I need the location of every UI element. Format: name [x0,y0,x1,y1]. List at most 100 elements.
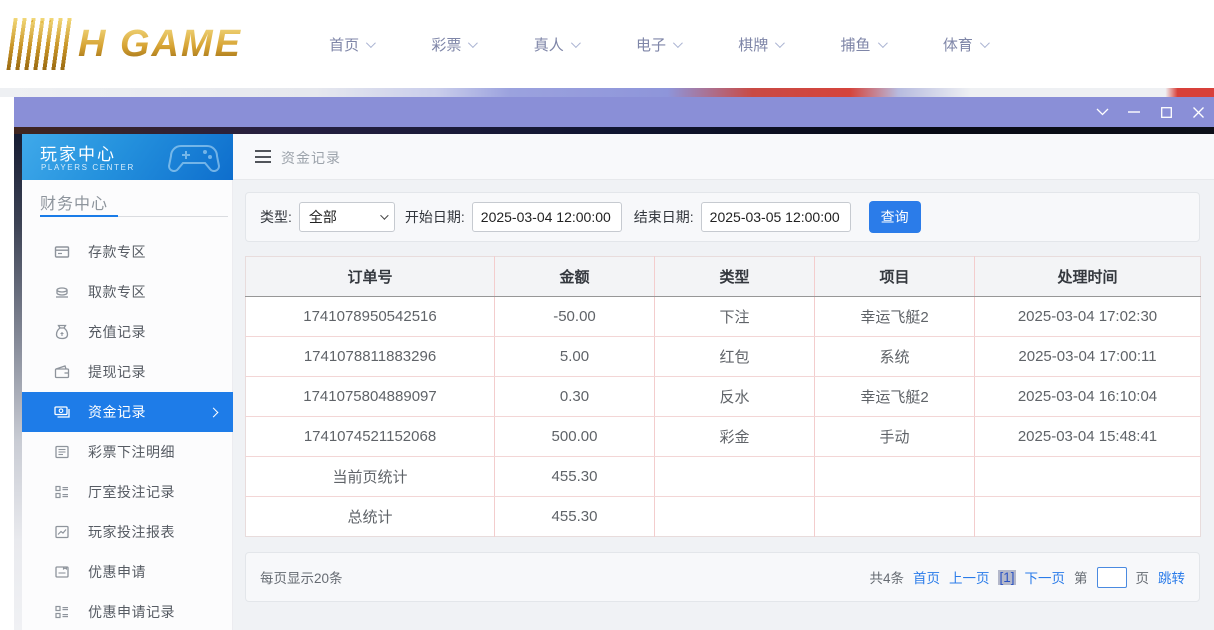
player-center-window: 玩家中心 PLAYERS CENTER 财务中心 [14,97,1214,630]
sidebar-item-deposit-zone[interactable]: 存款专区 [22,232,233,272]
sidebar-item-withdrawal-record[interactable]: 提现记录 [22,352,233,392]
maximize-icon[interactable] [1158,104,1174,120]
pagination-controls: 共4条 首页 上一页 [1] 下一页 第 页 跳转 [869,567,1185,588]
search-button[interactable]: 查询 [869,201,921,233]
sidebar-item-lottery-bet-detail[interactable]: 彩票下注明细 [22,432,233,472]
nav-item-lottery[interactable]: 彩票 [431,34,475,55]
deposit-icon [54,244,70,260]
total-count-text: 共4条 [869,567,904,587]
chevron-down-icon [366,38,376,48]
sidebar: 玩家中心 PLAYERS CENTER 财务中心 [22,134,233,630]
nav-item-home[interactable]: 首页 [329,34,373,55]
breadcrumb-bar: 资金记录 [233,134,1214,180]
logo[interactable]: H GAME [10,12,290,76]
sidebar-title: 玩家中心 [40,140,116,165]
col-order-id: 订单号 [246,257,495,297]
page: H GAME 首页 彩票 真人 电子 棋牌 捕鱼 体育 [0,0,1214,630]
nav-item-fishing[interactable]: 捕鱼 [841,34,885,55]
chevron-down-icon [878,38,888,48]
close-icon[interactable] [1190,104,1206,120]
banknotes-icon [54,404,70,420]
current-page-indicator: [1] [998,570,1015,585]
next-page-link[interactable]: 下一页 [1025,567,1066,587]
sidebar-section-title: 财务中心 [40,190,108,214]
page-size-text: 每页显示20条 [260,567,343,587]
sidebar-item-funds-record[interactable]: 资金记录 [22,392,233,432]
main-content: 资金记录 类型: 全部 开始日期: 结束日期: 查询 [233,134,1214,630]
wallet-icon [54,364,70,380]
money-bag-icon [54,324,70,340]
window-top-shadow [14,127,1214,134]
table-row-page-total: 当前页统计455.30 [246,457,1201,497]
nav-item-cards[interactable]: 棋牌 [738,34,782,55]
prev-page-link[interactable]: 上一页 [949,567,990,587]
coupon-icon [54,564,70,580]
sidebar-item-recharge-record[interactable]: 充值记录 [22,312,233,352]
table-header-row: 订单号 金额 类型 项目 处理时间 [246,257,1201,297]
window-titlebar[interactable] [14,97,1214,127]
minimize-icon[interactable] [1126,104,1142,120]
type-label: 类型: [260,207,292,227]
funds-record-table: 订单号 金额 类型 项目 处理时间 1741078950542516-50.00… [245,256,1201,537]
end-date-input[interactable] [701,202,851,232]
sidebar-item-hall-bet-record[interactable]: 厅室投注记录 [22,472,233,512]
page-jump-input[interactable] [1097,567,1127,588]
col-processed-time: 处理时间 [975,257,1201,297]
window-left-edge [14,134,22,630]
logo-dots-icon [27,22,29,24]
main-nav: 首页 彩票 真人 电子 棋牌 捕鱼 体育 [300,0,1016,88]
chevron-down-icon [380,211,388,219]
report-chart-icon [54,524,70,540]
sidebar-divider-accent [40,215,118,217]
sidebar-item-player-bet-report[interactable]: 玩家投注报表 [22,512,233,552]
chevron-down-icon [673,38,683,48]
col-type: 类型 [655,257,815,297]
table-row: 17410758048890970.30反水幸运飞艇22025-03-04 16… [246,377,1201,417]
start-date-label: 开始日期: [405,207,465,227]
page-title: 资金记录 [281,148,341,168]
sidebar-item-promo-apply[interactable]: 优惠申请 [22,552,233,592]
window-body: 玩家中心 PLAYERS CENTER 财务中心 [14,134,1214,630]
chevron-down-icon [980,38,990,48]
chevron-down-icon [468,38,478,48]
sidebar-subtitle: PLAYERS CENTER [41,163,135,172]
pagination-bar: 每页显示20条 共4条 首页 上一页 [1] 下一页 第 页 跳转 [245,552,1200,602]
jump-prefix-label: 第 [1074,567,1088,587]
nav-item-live[interactable]: 真人 [534,34,578,55]
sidebar-item-withdraw-zone[interactable]: 取款专区 [22,272,233,312]
jump-button[interactable]: 跳转 [1158,567,1185,587]
jump-suffix-label: 页 [1136,567,1150,587]
chevron-down-icon [775,38,785,48]
type-select[interactable]: 全部 [299,202,395,232]
window-controls [1094,97,1206,127]
checklist-icon [54,484,70,500]
menu-toggle-icon[interactable] [255,150,271,163]
col-project: 项目 [815,257,975,297]
site-header: H GAME 首页 彩票 真人 电子 棋牌 捕鱼 体育 [0,0,1214,88]
nav-item-slots[interactable]: 电子 [636,34,680,55]
checklist-icon [54,604,70,620]
first-page-link[interactable]: 首页 [913,567,940,587]
document-list-icon [54,444,70,460]
filter-bar: 类型: 全部 开始日期: 结束日期: 查询 [245,192,1200,242]
sidebar-item-promo-apply-record[interactable]: 优惠申请记录 [22,592,233,630]
background-banner-strip [0,88,1214,97]
type-select-value: 全部 [309,207,337,227]
chevron-right-icon [209,407,219,417]
table-row: 17410788118832965.00红包系统2025-03-04 17:00… [246,337,1201,377]
sidebar-menu: 存款专区 取款专区 充值记录 [22,232,233,630]
gamepad-icon [167,138,223,174]
collapse-icon[interactable] [1094,104,1110,120]
withdraw-icon [54,284,70,300]
logo-bars-icon [6,18,75,70]
table-row-grand-total: 总统计455.30 [246,497,1201,537]
chevron-down-icon [571,38,581,48]
nav-item-sports[interactable]: 体育 [943,34,987,55]
start-date-input[interactable] [472,202,622,232]
table-row: 1741074521152068500.00彩金手动2025-03-04 15:… [246,417,1201,457]
col-amount: 金额 [495,257,655,297]
table-row: 1741078950542516-50.00下注幸运飞艇22025-03-04 … [246,297,1201,337]
sidebar-header: 玩家中心 PLAYERS CENTER [22,134,233,180]
end-date-label: 结束日期: [634,207,694,227]
logo-text: H GAME [78,23,242,66]
